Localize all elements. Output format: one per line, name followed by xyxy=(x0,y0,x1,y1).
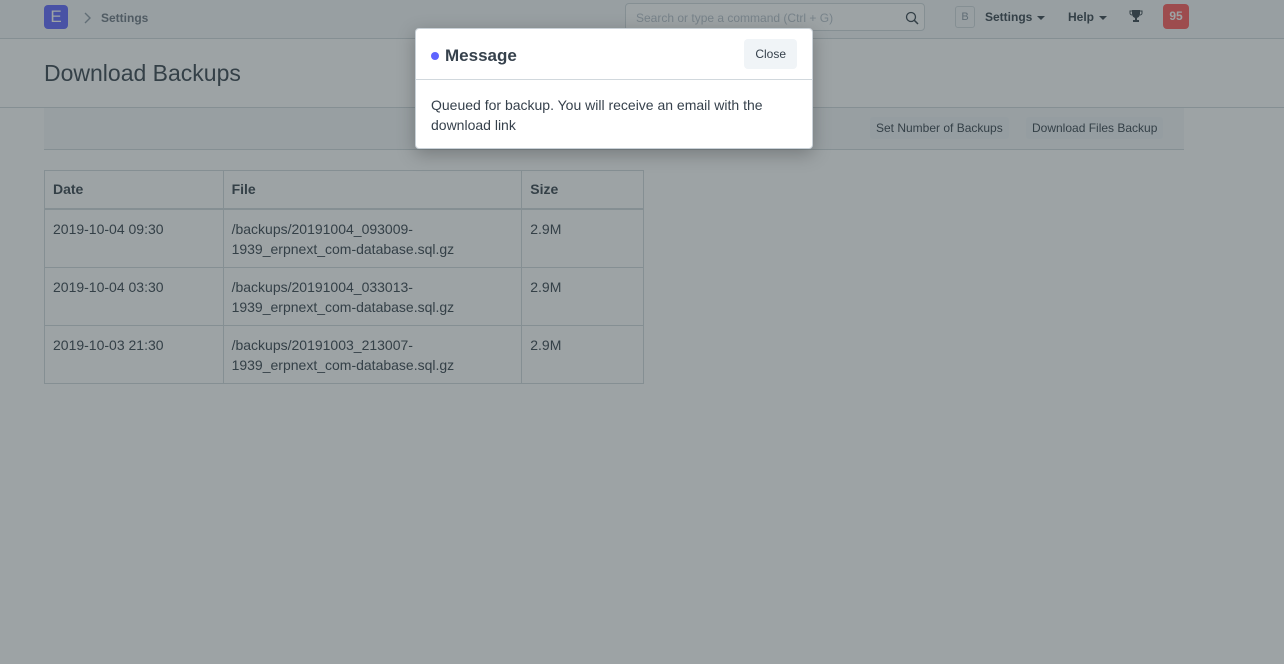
modal-message: Queued for backup. You will receive an e… xyxy=(431,97,763,133)
indicator-dot-icon xyxy=(431,52,439,60)
modal-title: Message xyxy=(445,46,517,65)
modal-header: Message Close xyxy=(416,29,812,80)
message-dialog: Message Close Queued for backup. You wil… xyxy=(415,28,813,149)
close-button[interactable]: Close xyxy=(744,39,797,69)
